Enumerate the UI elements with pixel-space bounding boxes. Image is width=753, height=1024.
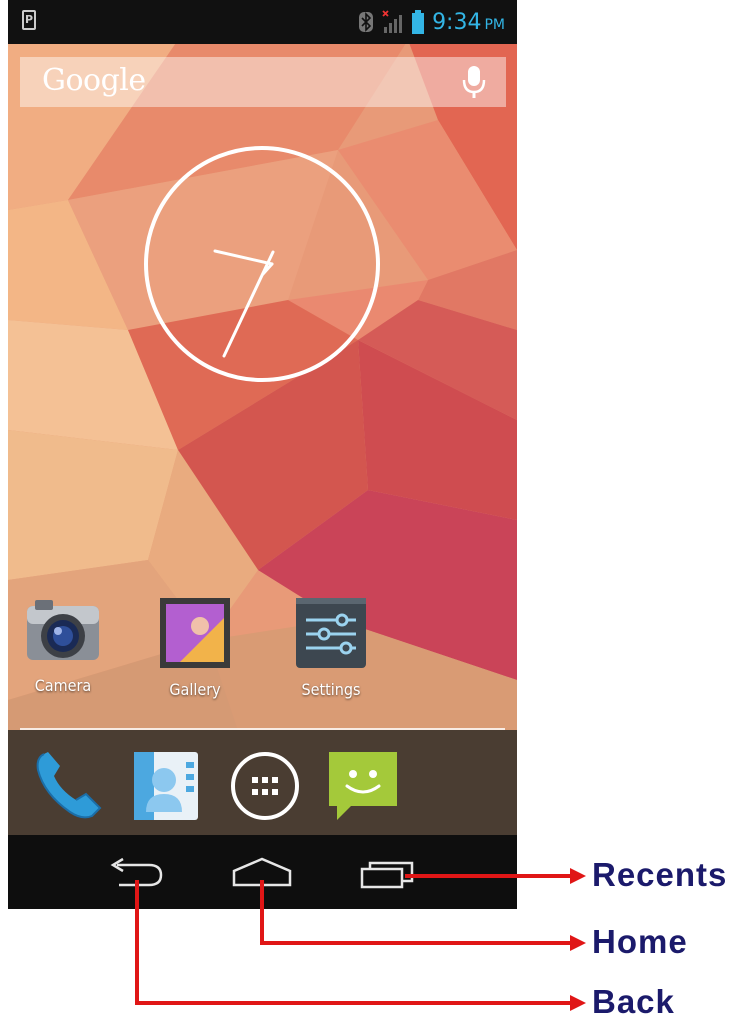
- p-notification-icon: P: [22, 10, 36, 30]
- callout-recents: Recents: [592, 856, 728, 893]
- phone-screen: P 9:34 PM Google Camera Gallery Settings: [8, 0, 517, 909]
- app-settings[interactable]: Settings: [276, 598, 386, 699]
- contacts-icon[interactable]: [128, 748, 204, 824]
- google-search-label: Google: [42, 63, 146, 98]
- recents-arrowhead: [570, 868, 586, 884]
- status-time: 9:34 PM: [432, 9, 505, 35]
- bluetooth-icon: [359, 12, 374, 32]
- status-bar: P 9:34 PM: [8, 0, 517, 44]
- app-gallery[interactable]: Gallery: [140, 598, 250, 699]
- callout-back: Back: [592, 983, 675, 1020]
- home-arrowhead: [570, 935, 586, 951]
- camera-icon: [27, 600, 99, 660]
- app-camera[interactable]: Camera: [8, 598, 118, 695]
- navigation-bar: [8, 835, 517, 909]
- app-label-camera: Camera: [34, 676, 92, 695]
- home-icon[interactable]: [226, 853, 298, 893]
- battery-icon: [412, 10, 425, 34]
- dock-divider: [20, 728, 505, 730]
- back-icon[interactable]: [101, 853, 173, 893]
- gallery-icon: [160, 598, 230, 668]
- clock-hour-hand: [213, 249, 274, 266]
- clock-minute-hand: [222, 250, 275, 358]
- signal-no-data-icon: [382, 10, 403, 33]
- app-drawer-icon[interactable]: [227, 748, 303, 824]
- phone-icon[interactable]: [30, 748, 106, 824]
- microphone-icon[interactable]: [460, 64, 488, 100]
- settings-icon: [296, 598, 366, 668]
- wallpaper: [8, 0, 517, 835]
- app-label-gallery: Gallery: [169, 680, 221, 699]
- status-icons: 9:34 PM: [358, 6, 505, 38]
- callout-home: Home: [592, 923, 688, 960]
- recents-icon[interactable]: [354, 853, 426, 893]
- app-label-settings: Settings: [301, 680, 361, 699]
- analog-clock-widget[interactable]: [142, 144, 382, 384]
- messaging-icon[interactable]: [325, 748, 401, 824]
- google-search-bar[interactable]: Google: [20, 57, 506, 107]
- back-arrowhead: [570, 995, 586, 1011]
